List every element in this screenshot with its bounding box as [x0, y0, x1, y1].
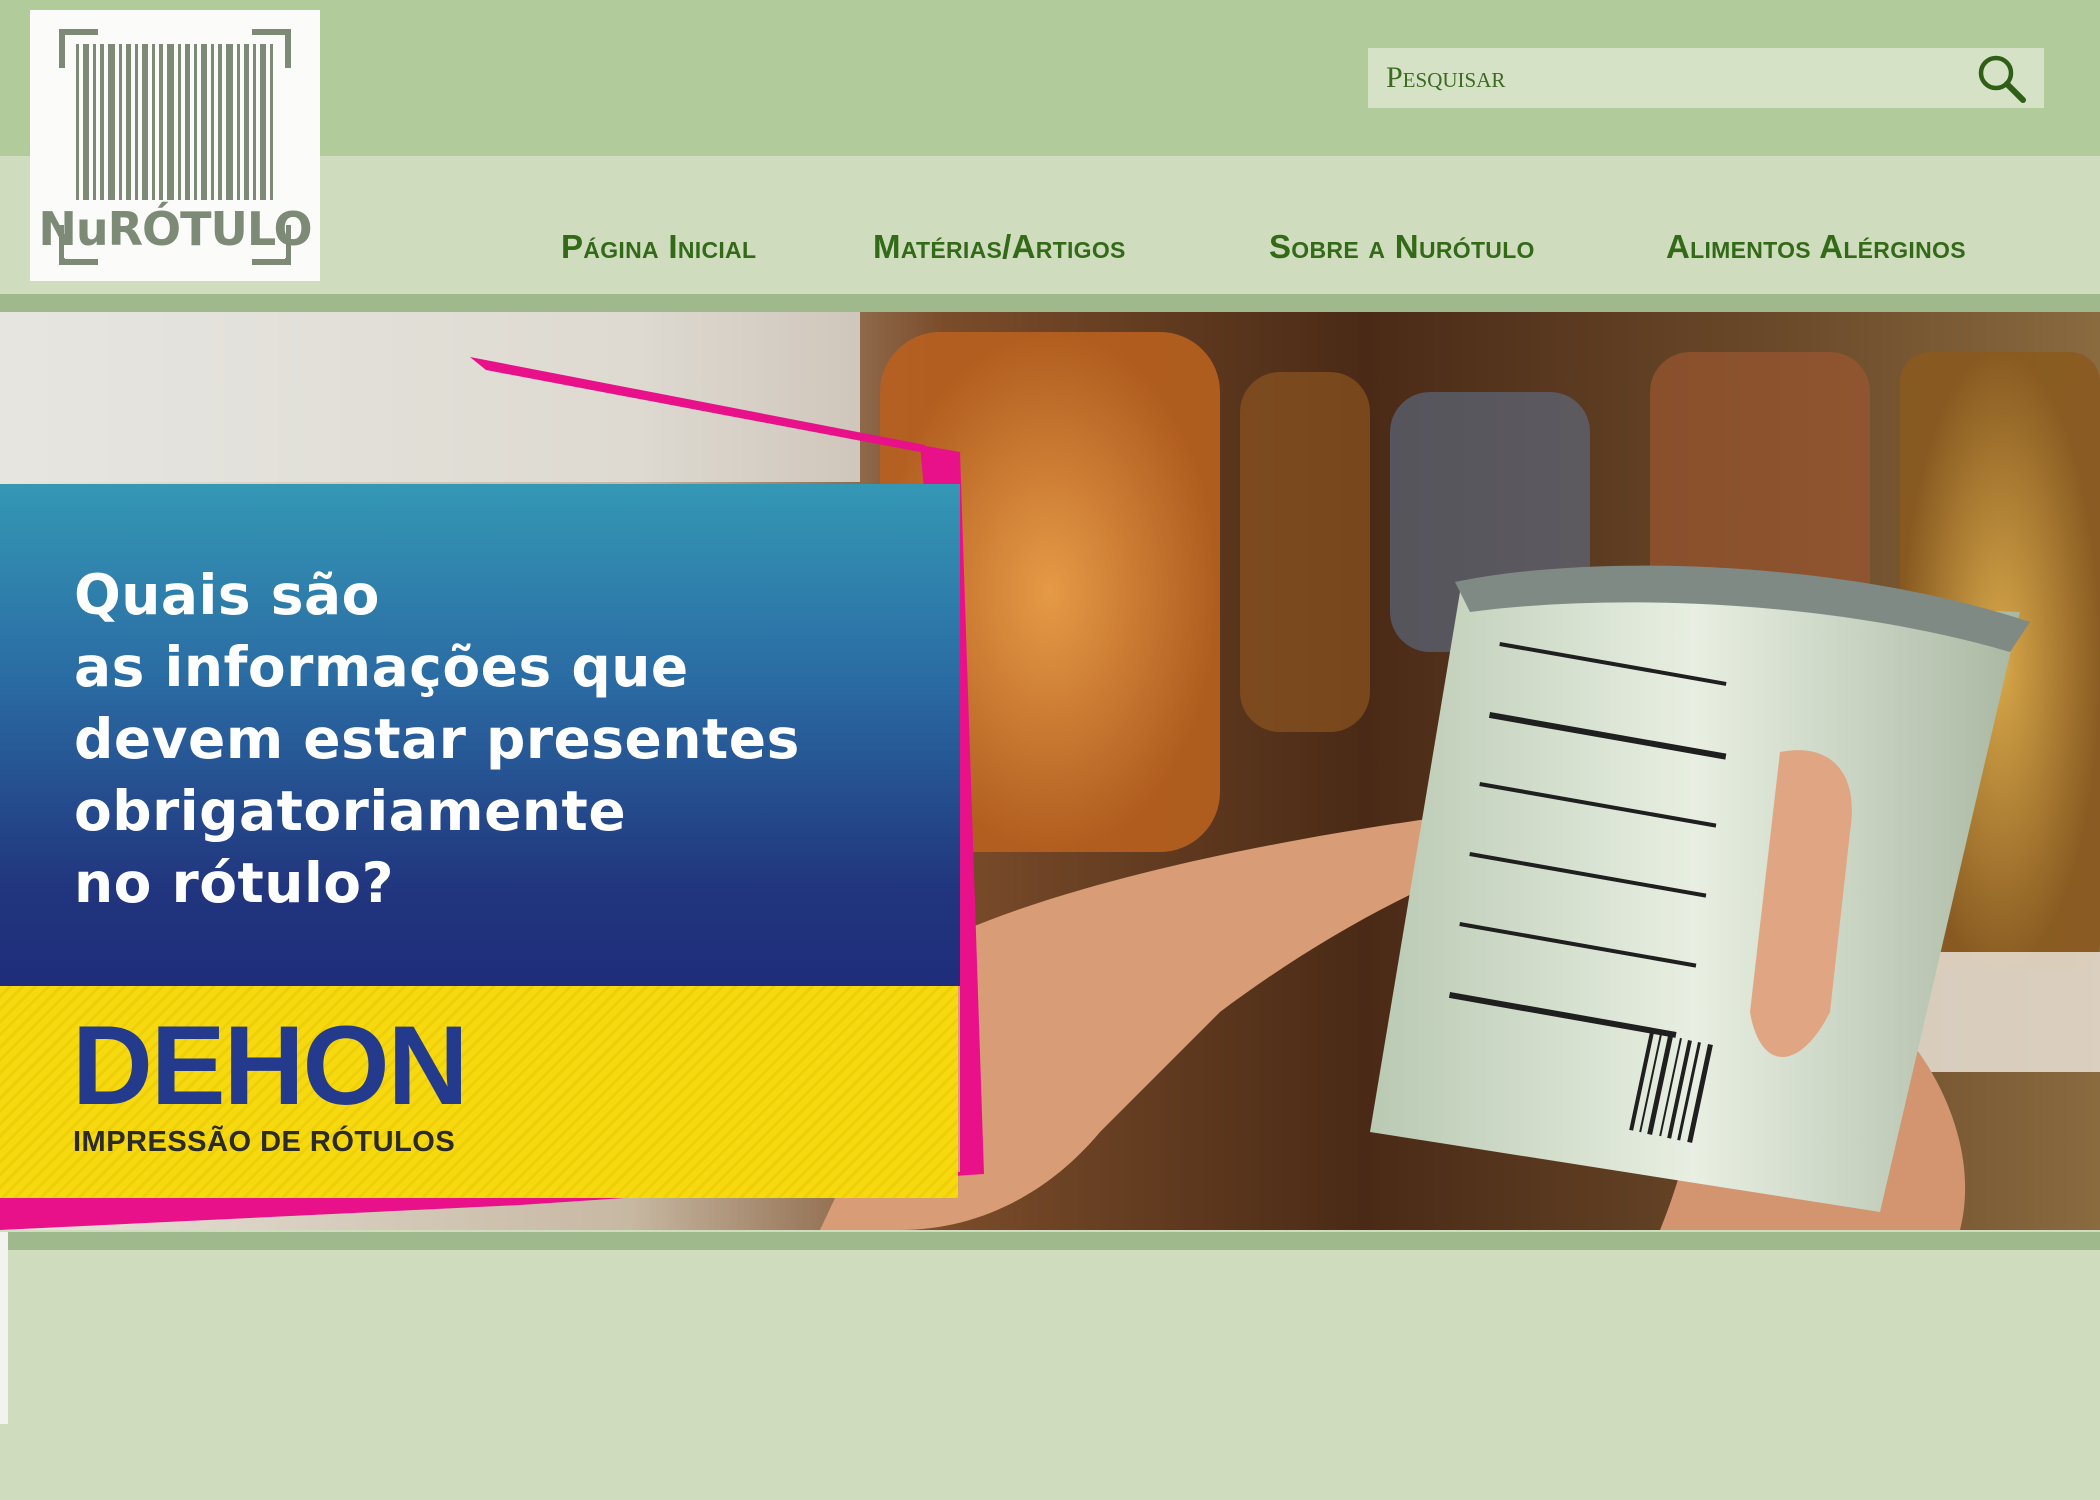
hero-banner[interactable]: Quais são as informações que devem estar…	[0, 312, 2100, 1230]
brand-tagline: IMPRESSÃO DE RÓTULOS	[73, 1126, 456, 1158]
hero-heading-line: no rótulo?	[74, 851, 394, 915]
content-divider	[8, 1232, 2100, 1250]
nav-item-sobre[interactable]: Sobre a Nurótulo	[1269, 228, 1535, 266]
hero-heading-line: devem estar presentes	[74, 707, 800, 771]
hero-heading: Quais são as informações que devem estar…	[74, 559, 954, 919]
search-button[interactable]	[1976, 54, 2028, 104]
nav-item-materias-artigos[interactable]: Matérias/Artigos	[873, 228, 1126, 266]
header-divider	[0, 294, 2100, 312]
left-strip	[0, 1232, 8, 1424]
content-area	[8, 1250, 2100, 1500]
search-box	[1368, 48, 2044, 108]
search-input[interactable]	[1386, 58, 1946, 98]
logo-text: NuRÓTULO	[38, 202, 312, 256]
hero-heading-line: as informações que	[74, 635, 689, 699]
hero-heading-line: Quais são	[74, 563, 380, 627]
nav-item-pagina-inicial[interactable]: Página Inicial	[561, 228, 756, 266]
hero-heading-line: obrigatoriamente	[74, 779, 627, 843]
site-logo[interactable]: NuRÓTULO	[30, 10, 320, 281]
nav-item-alimentos-alerginos[interactable]: Alimentos Alérginos	[1666, 228, 1966, 266]
search-icon	[1978, 55, 2026, 103]
brand-name: DEHON	[72, 1003, 468, 1128]
